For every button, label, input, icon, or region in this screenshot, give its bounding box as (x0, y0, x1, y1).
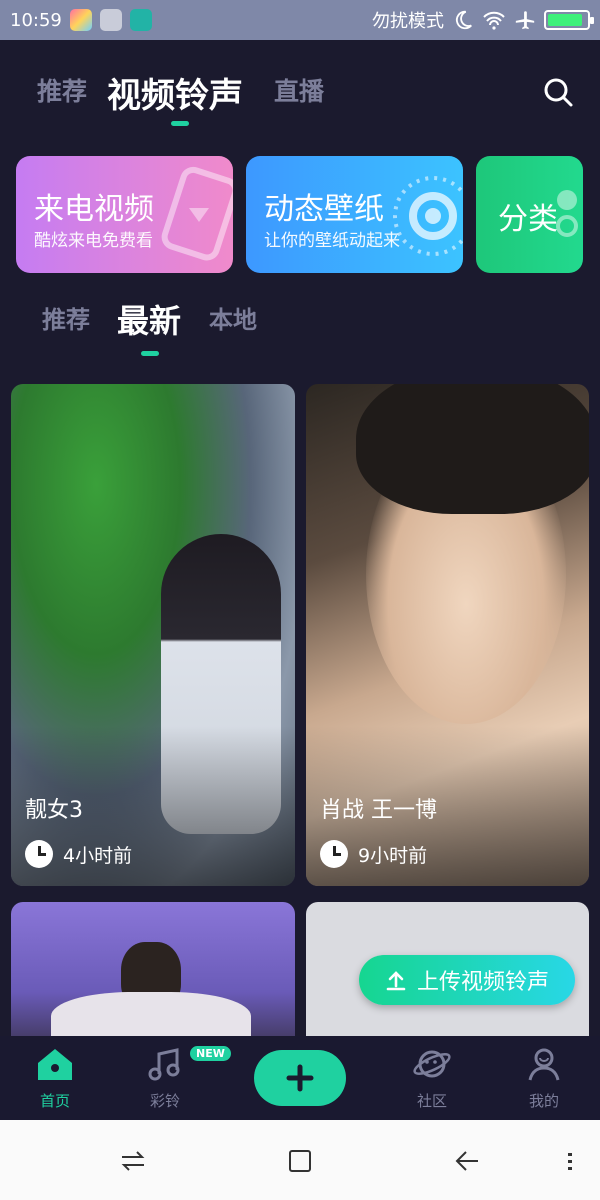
card-title: 靓女3 (25, 798, 83, 823)
banner-category[interactable]: 分类 (476, 156, 583, 273)
nav-profile[interactable]: 我的 (504, 1046, 584, 1111)
home-square-icon[interactable] (285, 1146, 315, 1176)
top-tab-indicator (171, 121, 189, 126)
new-badge: NEW (190, 1046, 231, 1061)
nav-label: 社区 (416, 1092, 447, 1110)
menu-icon[interactable] (555, 1146, 585, 1176)
status-time: 10:59 (10, 9, 62, 31)
nav-home[interactable]: 首页 (15, 1046, 95, 1111)
banner-row: 来电视频 酷炫来电免费看 动态壁纸 让你的壁纸动起来 分类 (16, 156, 600, 274)
wifi-icon (483, 11, 505, 30)
video-card[interactable]: 靓女3 4小时前 (11, 384, 295, 886)
banner-incoming-call-video[interactable]: 来电视频 酷炫来电免费看 (16, 156, 233, 273)
subtab-local[interactable]: 本地 (209, 300, 257, 335)
top-tabs: 推荐 视频铃声 直播 (0, 40, 600, 140)
banner-live-wallpaper[interactable]: 动态壁纸 让你的壁纸动起来 (246, 156, 463, 273)
switch-icon[interactable] (118, 1146, 148, 1176)
tab-video-ringtone[interactable]: 视频铃声 (107, 68, 243, 117)
card-time-label: 9小时前 (358, 844, 428, 867)
nav-label: 首页 (39, 1092, 70, 1110)
home-icon (38, 1049, 72, 1080)
create-button[interactable] (254, 1050, 346, 1106)
card-title: 肖战 王一博 (320, 798, 437, 823)
planet-icon (413, 1050, 451, 1078)
card-time: 4小时前 (25, 840, 132, 868)
video-card[interactable]: 肖战 王一博 9小时前 (306, 384, 589, 886)
card-time-label: 4小时前 (63, 844, 133, 867)
nav-label: 彩铃 (149, 1092, 180, 1110)
subtab-recommend[interactable]: 推荐 (42, 300, 90, 335)
plus-icon (286, 1064, 314, 1092)
music-icon (148, 1048, 180, 1081)
system-nav-bar (0, 1120, 600, 1200)
subtab-indicator (141, 351, 159, 356)
upload-icon (386, 971, 406, 991)
nav-label: 我的 (528, 1092, 559, 1110)
upload-button-label: 上传视频铃声 (416, 970, 549, 995)
back-icon[interactable] (452, 1146, 482, 1176)
moon-icon (455, 10, 472, 30)
video-card[interactable] (11, 902, 295, 1052)
banner-subtitle: 酷炫来电免费看 (34, 231, 153, 251)
card-time: 9小时前 (320, 840, 427, 868)
subtab-latest[interactable]: 最新 (117, 296, 181, 342)
phone-card-icon (161, 166, 233, 261)
battery-icon (544, 10, 594, 30)
banner-title: 分类 (498, 202, 558, 237)
app-notification-icon (69, 9, 92, 31)
search-icon[interactable] (542, 76, 574, 108)
banner-title: 来电视频 (34, 192, 154, 227)
clock-icon (25, 840, 53, 868)
upload-video-ringtone-button[interactable]: 上传视频铃声 (359, 955, 575, 1005)
nav-community[interactable]: 社区 (392, 1046, 472, 1111)
banner-subtitle: 让你的壁纸动起来 (264, 231, 400, 251)
usb-icon (129, 9, 152, 31)
profile-icon (528, 1048, 560, 1081)
tab-recommend[interactable]: 推荐 (37, 72, 87, 108)
dnd-label: 勿扰模式 (372, 11, 444, 32)
tab-live[interactable]: 直播 (274, 72, 324, 108)
banner-title: 动态壁纸 (264, 192, 384, 227)
clock-icon (320, 840, 348, 868)
status-bar: 10:59 勿扰模式 (0, 0, 600, 40)
cleaner-icon (99, 9, 122, 31)
airplane-icon (515, 11, 535, 30)
hair-shape (356, 384, 589, 514)
